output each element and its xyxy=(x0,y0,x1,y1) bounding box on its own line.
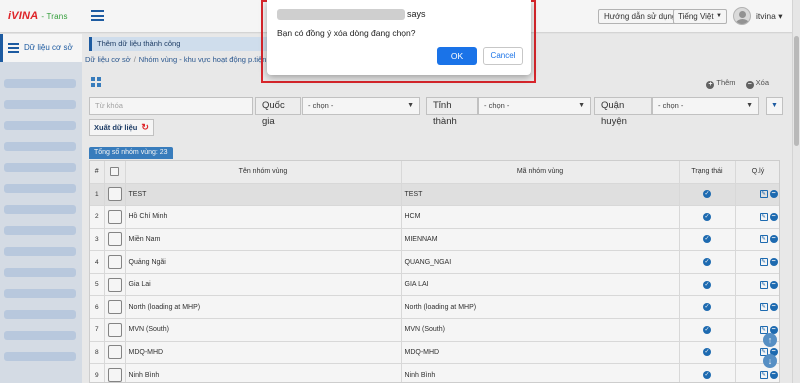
ok-button[interactable]: OK xyxy=(437,47,477,65)
cancel-button[interactable]: Cancel xyxy=(483,47,523,65)
confirm-dialog: says Bạn có đồng ý xóa dòng đang chọn? O… xyxy=(267,0,531,75)
dialog-origin-blurred xyxy=(277,9,405,20)
dialog-message: Bạn có đồng ý xóa dòng đang chọn? xyxy=(277,28,416,38)
dialog-says: says xyxy=(407,9,426,19)
